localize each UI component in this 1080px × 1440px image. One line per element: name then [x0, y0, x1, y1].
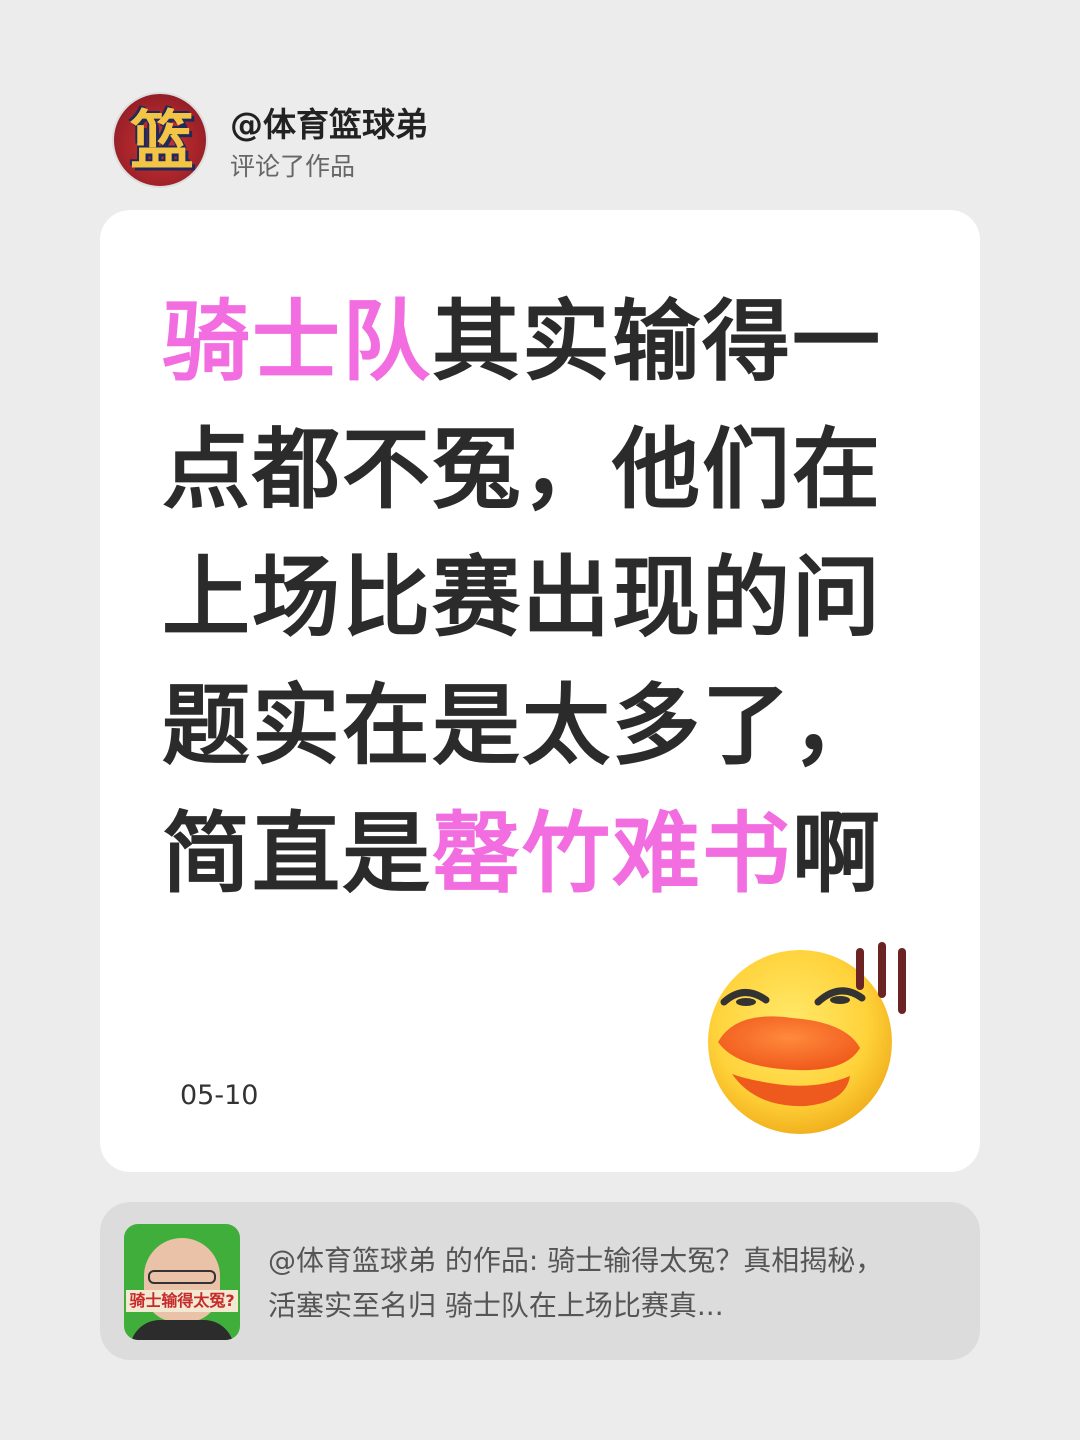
comment-segment: 骑士队	[162, 290, 433, 393]
user-name[interactable]: @体育篮球弟	[230, 98, 428, 146]
comment-segment: 啊	[792, 802, 883, 905]
action-text: 评论了作品	[230, 152, 356, 181]
comment-card: 骑士队其实输得一点都不冤，他们在上场比赛出现的问题实在是太多了，简直是罄竹难书啊…	[100, 210, 980, 1172]
avatar-glyph: 篮	[130, 105, 194, 179]
sweating-duck-face-emoji-icon	[708, 942, 906, 1134]
work-thumbnail[interactable]: 骑士输得太冤?	[124, 1224, 240, 1340]
thumbnail-caption: 骑士输得太冤?	[126, 1290, 238, 1312]
comment-date: 05-10	[180, 1080, 259, 1111]
comment-segment: 罄竹难书	[432, 802, 793, 905]
comment-header: 篮 @体育篮球弟 评论了作品	[112, 92, 712, 188]
comment-text: 骑士队其实输得一点都不冤，他们在上场比赛出现的问题实在是太多了，简直是罄竹难书啊	[162, 278, 902, 918]
referenced-work-card[interactable]: 骑士输得太冤? @体育篮球弟 的作品: 骑士输得太冤？真相揭秘，活塞实至名归 骑…	[100, 1202, 980, 1360]
thumbnail-glasses	[148, 1270, 216, 1284]
thumbnail-shirt	[130, 1320, 234, 1340]
referenced-work-title[interactable]: @体育篮球弟 的作品: 骑士输得太冤？真相揭秘，活塞实至名归 骑士队在上场比赛真…	[268, 1238, 908, 1328]
avatar[interactable]: 篮	[112, 92, 208, 188]
